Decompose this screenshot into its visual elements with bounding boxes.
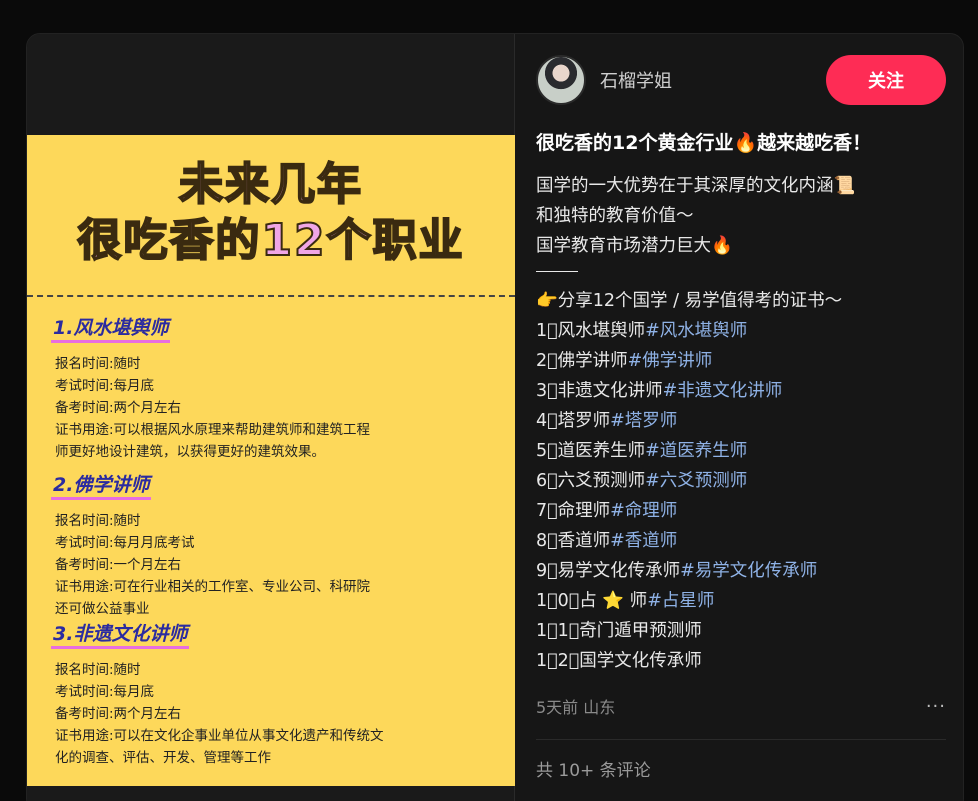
post-meta: 5天前 山东 ··· [536,694,946,718]
post-body: 国学的一大优势在于其深厚的文化内涵📜 和独特的教育价值～ 国学教育市场潜力巨大🔥… [536,171,956,676]
hashtag-link[interactable]: #道医养生师 [645,441,747,461]
job-heading: 3.非遗文化讲师 [51,619,190,649]
post-info-panel: 石榴学姐 关注 很吃香的12个黄金行业🔥越来越吃香！ 国学的一大优势在于其深厚的… [516,34,963,801]
job-line: 备考时间:一个月左右 [55,557,182,573]
hashtag-link[interactable]: #香道师 [610,531,677,551]
list-item: 1⃣1⃣奇门遁甲预测师 [536,621,702,641]
intro-line: 国学教育市场潜力巨大🔥 [536,236,733,256]
list-item: 9⃣易学文化传承师#易学文化传承师 [536,561,818,581]
divider [536,739,946,740]
hashtag-link[interactable]: #塔罗师 [610,411,677,431]
poster-title-line2: 很吃香的12个职业 [76,214,465,267]
post-image[interactable]: 未来几年 很吃香的12个职业 1.风水堪舆师 报名时间:随时 考试时间:每月底 … [27,135,515,786]
list-item: 1⃣2⃣国学文化传承师 [536,651,702,671]
list-item: 7⃣命理师#命理师 [536,501,678,521]
job-line: 化的调查、评估、开发、管理等工作 [55,750,271,766]
list-item: 5⃣道医养生师#道医养生师 [536,441,748,461]
list-item: 8⃣香道师#香道师 [536,531,678,551]
comments-count: 共 10+ 条评论 [536,761,651,781]
hashtag-link[interactable]: #六爻预测师 [645,471,747,491]
list-item: 1⃣0⃣占 ⭐ 师#占星师 [536,591,715,611]
poster-divider [27,295,515,297]
job-line: 考试时间:每月月底考试 [55,535,195,551]
job-line: 报名时间:随时 [55,356,141,372]
list-item: 6⃣六爻预测师#六爻预测师 [536,471,748,491]
post-detail-card: 未来几年 很吃香的12个职业 1.风水堪舆师 报名时间:随时 考试时间:每月底 … [26,33,964,801]
post-title: 很吃香的12个黄金行业🔥越来越吃香！ [536,132,872,154]
author-name[interactable]: 石榴学姐 [600,67,672,93]
job-heading: 2.佛学讲师 [51,470,152,500]
post-time-location: 5天前 山东 [536,698,616,717]
hashtag-link[interactable]: #非遗文化讲师 [663,381,783,401]
job-line: 报名时间:随时 [55,513,141,529]
poster-job-3: 3.非遗文化讲师 报名时间:随时 考试时间:每月底 备考时间:两个月左右 证书用… [51,619,491,769]
job-line: 考试时间:每月底 [55,684,155,700]
more-icon[interactable]: ··· [926,696,946,717]
divider [536,271,578,272]
job-line: 还可做公益事业 [55,601,150,617]
poster-job-2: 2.佛学讲师 报名时间:随时 考试时间:每月月底考试 备考时间:一个月左右 证书… [51,470,491,620]
hashtag-link[interactable]: #命理师 [610,501,677,521]
hashtag-link[interactable]: #风水堪舆师 [645,321,747,341]
job-heading: 1.风水堪舆师 [51,313,171,343]
job-line: 证书用途:可在行业相关的工作室、专业公司、科研院 [55,579,371,595]
poster-title-line1: 未来几年 [178,158,363,211]
job-line: 报名时间:随时 [55,662,141,678]
share-line: 👉分享12个国学 / 易学值得考的证书～ [536,291,843,311]
list-item: 3⃣非遗文化讲师#非遗文化讲师 [536,381,783,401]
job-line: 证书用途:可以根据风水原理来帮助建筑师和建筑工程 [55,422,371,438]
list-item: 2⃣佛学讲师#佛学讲师 [536,351,713,371]
hashtag-link[interactable]: #佛学讲师 [628,351,713,371]
intro-line: 和独特的教育价值～ [536,206,694,226]
job-line: 考试时间:每月底 [55,378,155,394]
poster-job-1: 1.风水堪舆师 报名时间:随时 考试时间:每月底 备考时间:两个月左右 证书用途… [51,313,491,463]
author-row: 石榴学姐 关注 [536,54,946,106]
media-panel[interactable]: 未来几年 很吃香的12个职业 1.风水堪舆师 报名时间:随时 考试时间:每月底 … [27,34,515,801]
job-line: 备考时间:两个月左右 [55,400,182,416]
job-line: 备考时间:两个月左右 [55,706,182,722]
hashtag-link[interactable]: #占星师 [647,591,714,611]
job-line: 证书用途:可以在文化企事业单位从事文化遗产和传统文 [55,728,384,744]
list-item: 1⃣风水堪舆师#风水堪舆师 [536,321,748,341]
avatar[interactable] [536,55,586,105]
job-line: 师更好地设计建筑，以获得更好的建筑效果。 [55,444,325,460]
intro-line: 国学的一大优势在于其深厚的文化内涵📜 [536,176,856,196]
list-item: 4⃣塔罗师#塔罗师 [536,411,678,431]
follow-button[interactable]: 关注 [826,55,946,105]
hashtag-link[interactable]: #易学文化传承师 [680,561,817,581]
